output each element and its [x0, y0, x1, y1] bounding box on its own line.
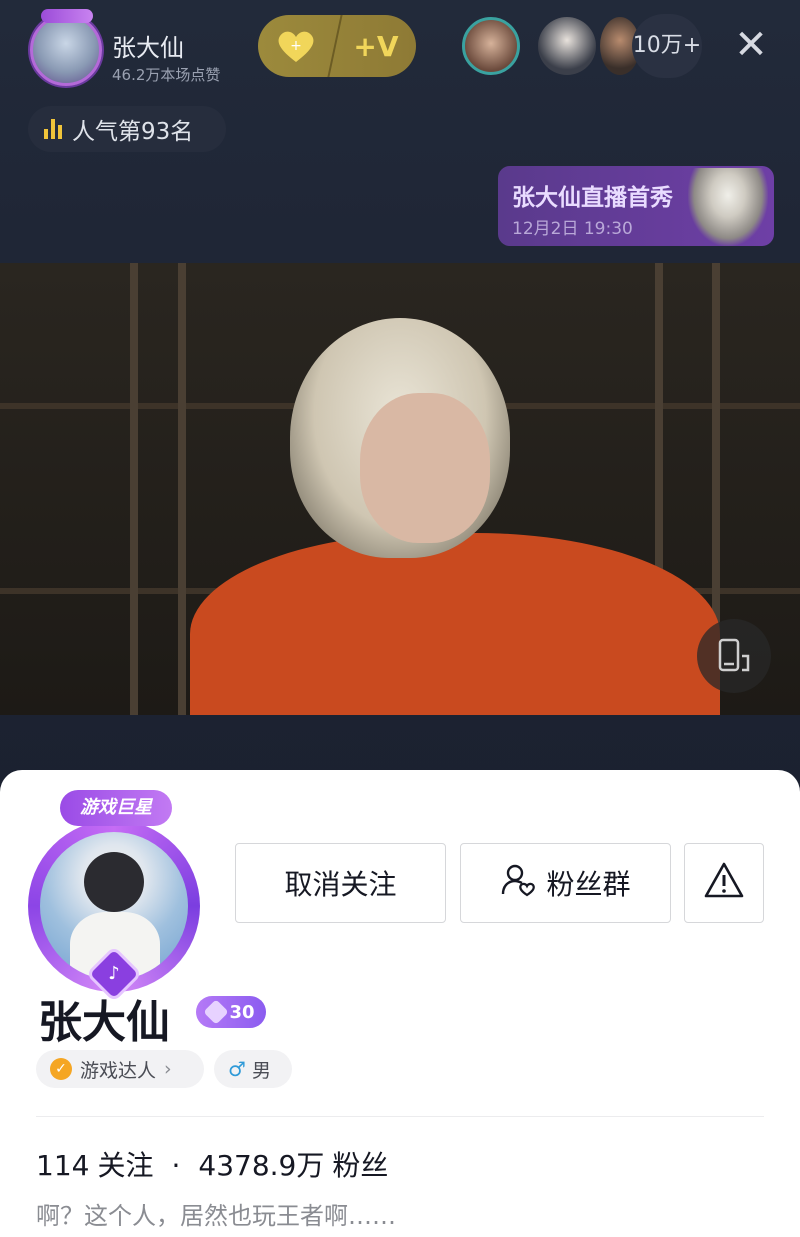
profile-name: 张大仙 [38, 997, 170, 1048]
popularity-bars-icon [44, 119, 62, 139]
live-debut-banner[interactable]: 张大仙直播首秀 12月2日 19:30 [498, 166, 774, 246]
rotate-screen-icon[interactable] [697, 619, 771, 693]
followers-count[interactable]: 4378.9万 [198, 1144, 324, 1184]
fan-club-gift-button[interactable]: + +V [258, 15, 416, 77]
avatar-hair [84, 852, 144, 912]
popularity-rank-label: 人气第93名 [72, 119, 194, 145]
host-like-count: 46.2万本场点赞 [112, 66, 221, 84]
popularity-rank-chip[interactable]: 人气第93名 [28, 106, 226, 152]
banner-title: 张大仙直播首秀 [512, 185, 673, 211]
fan-level-value: 30 [229, 1001, 255, 1023]
profile-bio: 啊？这个人，居然也玩王者啊…… [36, 1202, 396, 1230]
banner-host-photo [688, 168, 768, 246]
unfollow-label: 取消关注 [284, 868, 397, 901]
male-icon: ♂ [228, 1057, 246, 1081]
chevron-right-icon: › [164, 1058, 172, 1080]
host-name: 张大仙 [112, 34, 184, 62]
svg-text:+: + [290, 38, 302, 54]
divider [36, 1116, 764, 1117]
plus-v-label: +V [353, 29, 399, 63]
profile-avatar[interactable]: 游戏巨星 ♪ [14, 788, 210, 1003]
verified-check-icon: ✓ [50, 1058, 72, 1080]
streamer-face [360, 393, 490, 543]
host-avatar[interactable] [30, 9, 102, 86]
host-info-pill[interactable]: 张大仙 46.2万本场点赞 [26, 8, 266, 86]
game-expert-tag[interactable]: ✓ 游戏达人 › [36, 1050, 204, 1088]
following-count[interactable]: 114 [36, 1149, 89, 1182]
following-label[interactable]: 关注 [97, 1144, 153, 1184]
follow-stats: 114 关注 · 4378.9万 粉丝 [36, 1144, 388, 1184]
live-video-stream[interactable] [0, 263, 800, 715]
followers-label[interactable]: 粉丝 [332, 1144, 388, 1184]
game-expert-label: 游戏达人 [80, 1059, 157, 1082]
unfollow-button[interactable]: 取消关注 [235, 843, 446, 923]
stats-separator: · [171, 1149, 181, 1182]
fans-group-label: 粉丝群 [546, 868, 631, 901]
top-viewer-avatar[interactable] [462, 17, 520, 75]
top-viewer-avatar[interactable] [538, 17, 596, 75]
avatar-crown-badge [41, 9, 93, 23]
banner-time: 12月2日 19:30 [512, 219, 633, 239]
viewer-count[interactable]: 10万+ [632, 14, 702, 78]
fan-level-badge: 30 [196, 996, 266, 1028]
report-warning-icon [703, 861, 745, 906]
level-hex-icon [203, 999, 230, 1025]
report-button[interactable] [684, 843, 764, 923]
game-star-badge: 游戏巨星 [60, 790, 172, 826]
fans-group-button[interactable]: 粉丝群 [460, 843, 671, 923]
close-icon[interactable]: ✕ [728, 22, 774, 68]
host-profile-sheet: 游戏巨星 ♪ 取消关注 粉丝群 张大仙 30 ✓ 游戏达人 › ♂ 男 114 … [0, 770, 800, 1237]
gender-tag: ♂ 男 [214, 1050, 292, 1088]
shelf-post [130, 263, 138, 715]
heart-gift-icon: + [258, 15, 334, 77]
live-top-bar: 张大仙 46.2万本场点赞 + +V 10万+ ✕ [0, 0, 800, 100]
fans-group-icon [500, 862, 536, 905]
gender-label: 男 [251, 1059, 271, 1082]
shelf-post [178, 263, 186, 715]
streamer-shirt [190, 533, 720, 715]
